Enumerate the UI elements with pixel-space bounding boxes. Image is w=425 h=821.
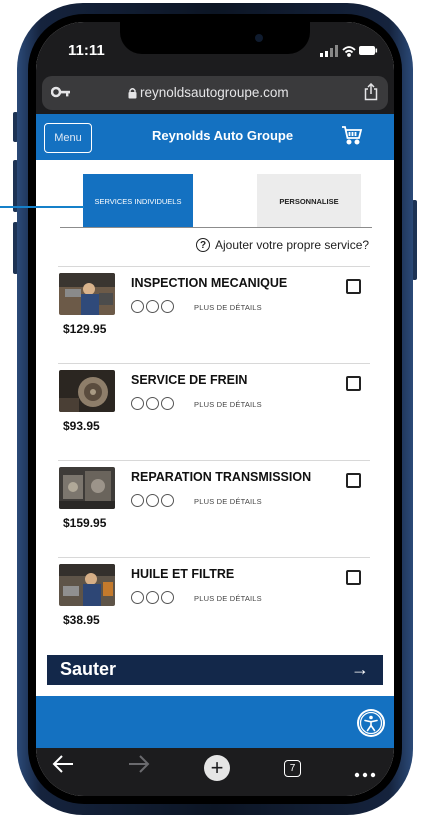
service-thumbnail: [59, 273, 115, 315]
url-text: reynoldsautogroupe.com: [140, 85, 289, 100]
service-checkbox[interactable]: [346, 376, 361, 391]
service-title: REPARATION TRANSMISSION: [131, 470, 312, 484]
service-thumbnail: [59, 467, 115, 509]
cart-icon[interactable]: [341, 125, 363, 150]
details-link[interactable]: PLUS DE DÉTAILS: [194, 594, 262, 603]
menu-button[interactable]: Menu: [44, 123, 92, 153]
accessibility-icon[interactable]: [357, 709, 385, 737]
camera: [255, 34, 263, 42]
service-thumbnail: [59, 564, 115, 606]
rating-circle: [146, 591, 159, 604]
tab-services-individuels[interactable]: SERVICES INDIVIDUELS: [83, 174, 193, 228]
rating-circles: [131, 494, 174, 507]
service-item: SERVICE DE FREIN PLUS DE DÉTAILS $93.95: [58, 363, 370, 460]
question-icon: ?: [196, 238, 210, 252]
arrow-right-icon: →: [351, 659, 369, 679]
tab-personnalise[interactable]: PERSONNALISE: [257, 174, 361, 228]
site-title: Reynolds Auto Groupe: [152, 128, 294, 143]
rating-circles: [131, 591, 174, 604]
rating-circles: [131, 397, 174, 410]
key-icon[interactable]: [50, 85, 71, 104]
url-bar[interactable]: reynoldsautogroupe.com: [42, 76, 388, 110]
details-link[interactable]: PLUS DE DÉTAILS: [194, 400, 262, 409]
service-title: INSPECTION MECANIQUE: [131, 276, 288, 290]
site-footer-bar: [36, 696, 394, 748]
back-arrow-icon[interactable]: [52, 754, 74, 780]
rating-circles: [131, 300, 174, 313]
wifi-icon: [342, 46, 356, 57]
skip-button[interactable]: Sauter →: [47, 655, 383, 685]
status-time: 11:11: [68, 42, 105, 59]
service-price: $129.95: [63, 322, 107, 336]
service-item: INSPECTION MECANIQUE PLUS DE DÉTAILS $12…: [58, 266, 370, 363]
rating-circle: [131, 300, 144, 313]
notch: [120, 22, 310, 54]
rating-circle: [131, 494, 144, 507]
service-price: $93.95: [63, 419, 100, 433]
rating-circle: [161, 397, 174, 410]
new-tab-plus-icon[interactable]: +: [204, 755, 230, 781]
rating-circle: [161, 494, 174, 507]
signal-icon: [320, 45, 338, 57]
browser-url-area: reynoldsautogroupe.com: [36, 74, 394, 114]
lock-icon: [128, 86, 137, 104]
details-link[interactable]: PLUS DE DÉTAILS: [194, 303, 262, 312]
rating-circle: [161, 591, 174, 604]
service-checkbox[interactable]: [346, 570, 361, 585]
service-item: REPARATION TRANSMISSION PLUS DE DÉTAILS …: [58, 460, 370, 557]
more-dots-icon[interactable]: [354, 765, 376, 783]
rating-circle: [131, 591, 144, 604]
share-icon[interactable]: [364, 82, 378, 106]
service-checkbox[interactable]: [346, 473, 361, 488]
forward-arrow-icon[interactable]: [128, 754, 150, 780]
phone-screen: 11:11 reynoldsautogroupe.com Menu Reynol…: [36, 22, 394, 796]
skip-label: Sauter: [60, 659, 117, 679]
service-item: HUILE ET FILTRE PLUS DE DÉTAILS $38.95: [58, 557, 370, 654]
service-price: $38.95: [63, 613, 100, 627]
service-price: $159.95: [63, 516, 107, 530]
tab-divider: [60, 227, 372, 228]
service-checkbox[interactable]: [346, 279, 361, 294]
tabs-count-icon[interactable]: 7: [284, 760, 301, 777]
service-list: INSPECTION MECANIQUE PLUS DE DÉTAILS $12…: [58, 266, 370, 654]
site-header: Menu Reynolds Auto Groupe: [36, 114, 394, 160]
service-thumbnail: [59, 370, 115, 412]
add-own-service-label: Ajouter votre propre service?: [215, 238, 370, 252]
annotation-pointer-line: [0, 206, 84, 208]
service-title: SERVICE DE FREIN: [131, 373, 248, 387]
rating-circle: [161, 300, 174, 313]
add-own-service-link[interactable]: ? Ajouter votre propre service?: [196, 238, 369, 252]
rating-circle: [131, 397, 144, 410]
details-link[interactable]: PLUS DE DÉTAILS: [194, 497, 262, 506]
rating-circle: [146, 397, 159, 410]
status-icons: [320, 44, 378, 62]
rating-circle: [146, 300, 159, 313]
battery-icon: [359, 46, 378, 55]
rating-circle: [146, 494, 159, 507]
service-title: HUILE ET FILTRE: [131, 567, 235, 581]
